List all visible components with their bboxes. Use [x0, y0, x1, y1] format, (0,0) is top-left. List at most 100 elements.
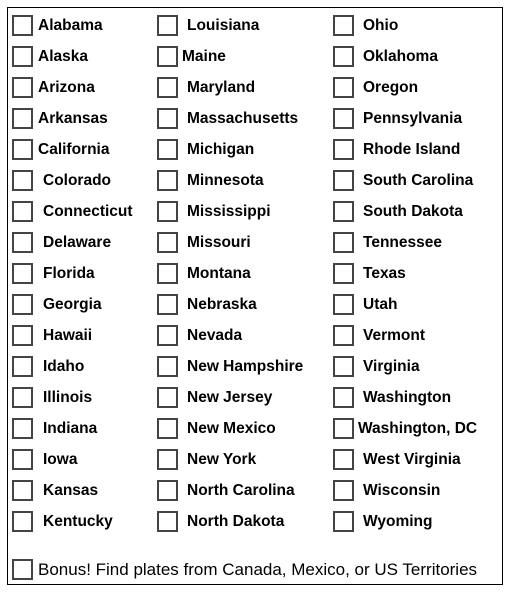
- checkbox[interactable]: [12, 46, 33, 67]
- checkbox[interactable]: [333, 263, 354, 284]
- state-label: Kentucky: [43, 513, 113, 530]
- checkbox[interactable]: [12, 263, 33, 284]
- checkbox[interactable]: [157, 356, 178, 377]
- bonus-label: Bonus! Find plates from Canada, Mexico, …: [38, 560, 478, 579]
- state-label: Iowa: [43, 451, 78, 468]
- state-label: South Carolina: [363, 172, 474, 189]
- state-label: Maine: [182, 48, 226, 65]
- state-label: Minnesota: [187, 172, 264, 189]
- state-label: North Dakota: [187, 513, 285, 530]
- state-label: Florida: [43, 265, 95, 282]
- checkbox[interactable]: [157, 387, 178, 408]
- checkbox[interactable]: [12, 232, 33, 253]
- checkbox[interactable]: [157, 449, 178, 470]
- checkbox[interactable]: [157, 108, 178, 129]
- checkbox[interactable]: [157, 46, 178, 67]
- state-label: New Mexico: [187, 420, 276, 437]
- checkbox[interactable]: [157, 139, 178, 160]
- checkbox[interactable]: [333, 15, 354, 36]
- state-label: New Hampshire: [187, 358, 304, 375]
- checkbox[interactable]: [333, 139, 354, 160]
- checkbox[interactable]: [157, 418, 178, 439]
- checkbox[interactable]: [12, 77, 33, 98]
- checkbox[interactable]: [157, 294, 178, 315]
- state-label: Washington, DC: [358, 420, 478, 437]
- state-label: Nebraska: [187, 296, 257, 313]
- state-label: South Dakota: [363, 203, 463, 220]
- state-label: Ohio: [363, 17, 399, 34]
- state-label: Arkansas: [38, 110, 108, 127]
- state-label: New York: [187, 451, 257, 468]
- checkbox[interactable]: [157, 201, 178, 222]
- checkbox[interactable]: [12, 139, 33, 160]
- state-label: Hawaii: [43, 327, 93, 344]
- checkbox[interactable]: [157, 232, 178, 253]
- state-label: Nevada: [187, 327, 243, 344]
- checkbox[interactable]: [333, 449, 354, 470]
- checkbox[interactable]: [12, 356, 33, 377]
- checkbox[interactable]: [12, 559, 33, 580]
- state-label: Delaware: [43, 234, 112, 251]
- checkbox[interactable]: [12, 449, 33, 470]
- checkbox[interactable]: [157, 15, 178, 36]
- checkbox[interactable]: [157, 263, 178, 284]
- checkbox[interactable]: [333, 108, 354, 129]
- state-label: Pennsylvania: [363, 110, 463, 127]
- state-label: Alaska: [38, 48, 88, 65]
- state-label: Wisconsin: [363, 482, 441, 499]
- checkbox[interactable]: [333, 511, 354, 532]
- state-label: California: [38, 141, 110, 158]
- state-label: Alabama: [38, 17, 103, 34]
- state-label: Utah: [363, 296, 398, 313]
- checkbox[interactable]: [157, 170, 178, 191]
- state-label: Tennessee: [363, 234, 442, 251]
- state-label: Vermont: [363, 327, 426, 344]
- checkbox[interactable]: [333, 170, 354, 191]
- state-label: Louisiana: [187, 17, 260, 34]
- state-label: Virginia: [363, 358, 420, 375]
- state-label: West Virginia: [363, 451, 461, 468]
- checkbox[interactable]: [12, 480, 33, 501]
- checkbox[interactable]: [12, 387, 33, 408]
- state-label: Wyoming: [363, 513, 433, 530]
- state-label: Arizona: [38, 79, 95, 96]
- state-label: Rhode Island: [363, 141, 461, 158]
- state-label: Washington: [363, 389, 452, 406]
- state-label: Indiana: [43, 420, 98, 437]
- checkbox[interactable]: [333, 294, 354, 315]
- checkbox[interactable]: [157, 325, 178, 346]
- state-label: Connecticut: [43, 203, 133, 220]
- checkbox[interactable]: [333, 46, 354, 67]
- checkbox[interactable]: [12, 418, 33, 439]
- checkbox[interactable]: [12, 325, 33, 346]
- checkbox[interactable]: [333, 232, 354, 253]
- checkbox[interactable]: [333, 325, 354, 346]
- state-label: Michigan: [187, 141, 255, 158]
- checkbox[interactable]: [333, 418, 354, 439]
- checkbox[interactable]: [333, 387, 354, 408]
- state-label: Massachusetts: [187, 110, 299, 127]
- state-label: Oklahoma: [363, 48, 438, 65]
- state-label: Kansas: [43, 482, 99, 499]
- state-label: Montana: [187, 265, 251, 282]
- checkbox[interactable]: [12, 15, 33, 36]
- checkbox[interactable]: [333, 356, 354, 377]
- checkbox[interactable]: [157, 77, 178, 98]
- checkbox[interactable]: [333, 201, 354, 222]
- checkbox[interactable]: [12, 201, 33, 222]
- checkbox[interactable]: [157, 480, 178, 501]
- state-label: Mississippi: [187, 203, 271, 220]
- checkbox[interactable]: [12, 511, 33, 532]
- checkbox[interactable]: [12, 294, 33, 315]
- state-label: Idaho: [43, 358, 85, 375]
- checkbox[interactable]: [157, 511, 178, 532]
- checkbox[interactable]: [12, 170, 33, 191]
- checkbox[interactable]: [333, 480, 354, 501]
- checkbox[interactable]: [12, 108, 33, 129]
- state-label: Colorado: [43, 172, 112, 189]
- checkbox[interactable]: [333, 77, 354, 98]
- state-label: Maryland: [187, 79, 256, 96]
- state-label: New Jersey: [187, 389, 273, 406]
- state-label: North Carolina: [187, 482, 295, 499]
- state-label: Oregon: [363, 79, 419, 96]
